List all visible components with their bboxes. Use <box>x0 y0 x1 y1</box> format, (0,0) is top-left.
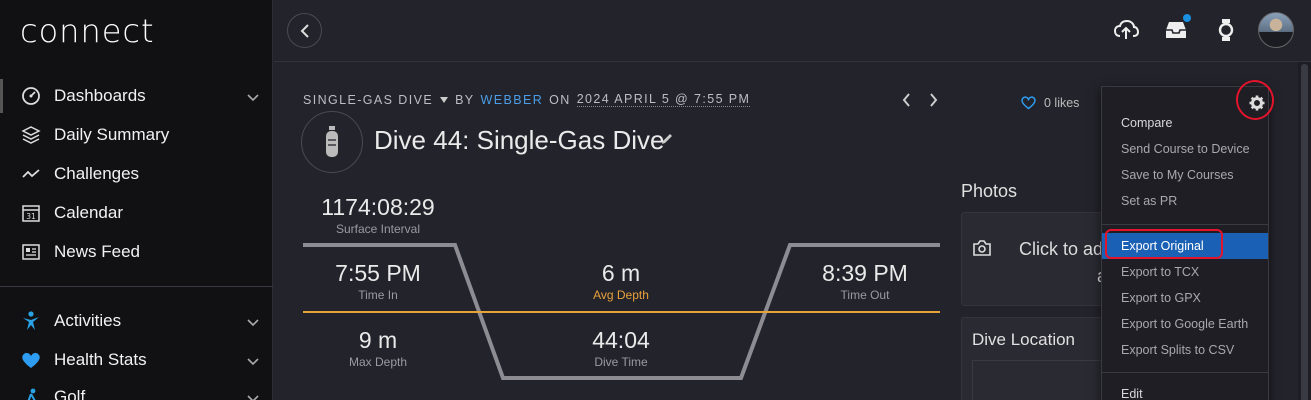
sidebar-item-label: News Feed <box>54 242 140 261</box>
scrollbar-thumb[interactable] <box>1301 64 1308 400</box>
menu-item-export-to-tcx[interactable]: Export to TCX <box>1102 259 1268 285</box>
menu-item-export-to-google-earth[interactable]: Export to Google Earth <box>1102 311 1268 337</box>
person-icon <box>20 310 42 332</box>
dive-location-heading: Dive Location <box>972 330 1076 349</box>
time-out-stat: 8:39 PM Time Out <box>790 260 940 302</box>
user-link[interactable]: WEBBER <box>481 93 544 107</box>
notification-dot <box>1183 14 1191 22</box>
sidebar-item-activities[interactable]: Activities <box>0 302 273 340</box>
activity-title: Dive 44: Single-Gas Dive <box>374 125 665 155</box>
connect-logo[interactable]: connect <box>20 12 155 50</box>
time-in-label: Time In <box>358 288 398 302</box>
sidebar-item-challenges[interactable]: Challenges <box>0 155 273 193</box>
avatar[interactable] <box>1258 12 1294 48</box>
max-depth-label: Max Depth <box>348 355 408 369</box>
annotation-rectangle <box>1105 229 1223 259</box>
sidebar: connect Dashboards Daily Summary Challen… <box>0 0 273 400</box>
page-scrollbar[interactable] <box>1298 62 1311 400</box>
next-activity-button[interactable] <box>925 92 941 108</box>
activity-type-badge <box>301 111 363 173</box>
time-in-stat: 7:55 PM Time In <box>303 260 453 302</box>
sidebar-item-label: Dashboards <box>54 86 146 105</box>
heart-icon <box>20 349 42 371</box>
calendar-badge: 31 <box>26 212 36 221</box>
newspaper-icon <box>20 241 42 263</box>
gauge-icon <box>20 85 42 107</box>
sidebar-item-label: Health Stats <box>54 350 147 369</box>
time-out-label: Time Out <box>840 288 890 302</box>
surface-interval-label: Surface Interval <box>335 222 421 236</box>
chevron-left-icon <box>902 93 910 107</box>
calendar-icon: 31 <box>20 202 42 224</box>
heart-outline-icon <box>1021 96 1036 110</box>
watch-icon[interactable] <box>1212 16 1240 44</box>
menu-item-edit[interactable]: Edit <box>1102 381 1268 400</box>
dive-time-label: Dive Time <box>594 355 648 369</box>
sidebar-item-news-feed[interactable]: News Feed <box>0 233 273 271</box>
max-depth-value: 9 m <box>358 327 398 353</box>
trend-icon <box>20 163 42 185</box>
sidebar-divider <box>0 286 273 287</box>
max-depth-stat: 9 m Max Depth <box>303 327 453 369</box>
sidebar-item-golf[interactable]: Golf <box>0 378 273 400</box>
sidebar-item-label: Calendar <box>54 203 123 222</box>
dive-time-stat: 44:04 Dive Time <box>546 327 696 369</box>
sidebar-item-calendar[interactable]: 31 Calendar <box>0 194 273 232</box>
add-photo-text-line1: Click to ad <box>1019 239 1104 259</box>
chevron-down-icon[interactable] <box>247 353 259 371</box>
scuba-tank-icon <box>326 126 338 157</box>
menu-separator <box>1102 372 1268 373</box>
caret-down-icon[interactable] <box>439 96 449 104</box>
back-button[interactable] <box>287 13 322 48</box>
menu-item-export-to-gpx[interactable]: Export to GPX <box>1102 285 1268 311</box>
surface-interval-stat: 1174:08:29 Surface Interval <box>303 194 453 236</box>
layers-icon <box>20 124 42 146</box>
camera-icon <box>972 240 992 261</box>
sidebar-item-dashboards[interactable]: Dashboards <box>0 77 273 115</box>
sidebar-item-label: Activities <box>54 311 122 330</box>
menu-separator <box>1102 224 1268 225</box>
chevron-left-icon <box>300 23 309 38</box>
likes-count: 0 likes <box>1044 95 1080 110</box>
prev-activity-button[interactable] <box>898 92 914 108</box>
avg-depth-label: Avg Depth <box>593 288 649 302</box>
like-button[interactable]: 0 likes <box>1020 95 1079 110</box>
sidebar-item-daily-summary[interactable]: Daily Summary <box>0 116 273 154</box>
menu-item-export-splits-to-csv[interactable]: Export Splits to CSV <box>1102 337 1268 363</box>
surface-interval-value: 1174:08:29 <box>321 194 435 220</box>
chevron-right-icon <box>929 93 937 107</box>
avg-depth-value: 6 m <box>601 260 641 286</box>
golf-icon <box>20 386 42 400</box>
top-bar <box>274 0 1311 62</box>
add-photo-prompt: Click to ad a <box>1019 236 1107 290</box>
dive-profile: 1174:08:29 Surface Interval 7:55 PM Time… <box>303 190 940 400</box>
dive-time-value: 44:04 <box>592 327 650 353</box>
chevron-down-icon[interactable] <box>247 89 259 107</box>
upload-cloud-icon[interactable] <box>1112 16 1140 44</box>
activity-date[interactable]: 2024 APRIL 5 @ 7:55 PM <box>576 92 751 107</box>
sidebar-item-label: Challenges <box>54 164 140 183</box>
menu-item-set-as-pr[interactable]: Set as PR <box>1102 188 1268 214</box>
activity-type[interactable]: SINGLE-GAS DIVE <box>303 93 433 107</box>
pencil-icon[interactable] <box>660 132 674 151</box>
time-in-value: 7:55 PM <box>335 260 421 286</box>
menu-item-send-course-to-device[interactable]: Send Course to Device <box>1102 136 1268 162</box>
time-out-value: 8:39 PM <box>822 260 908 286</box>
chevron-down-icon[interactable] <box>247 314 259 332</box>
sidebar-item-label: Daily Summary <box>54 125 170 144</box>
sidebar-item-health-stats[interactable]: Health Stats <box>0 341 273 379</box>
menu-item-save-to-my-courses[interactable]: Save to My Courses <box>1102 162 1268 188</box>
avg-depth-stat: 6 m Avg Depth <box>546 260 696 302</box>
on-text: ON <box>549 92 571 107</box>
sidebar-item-label: Golf <box>54 387 86 400</box>
photos-heading: Photos <box>961 181 1018 201</box>
chevron-down-icon[interactable] <box>247 390 259 400</box>
by-text: BY <box>455 92 475 107</box>
add-photo-text-line2: a <box>1019 263 1107 290</box>
activity-meta: SINGLE-GAS DIVE BY WEBBER ON 2024 APRIL … <box>303 92 751 107</box>
